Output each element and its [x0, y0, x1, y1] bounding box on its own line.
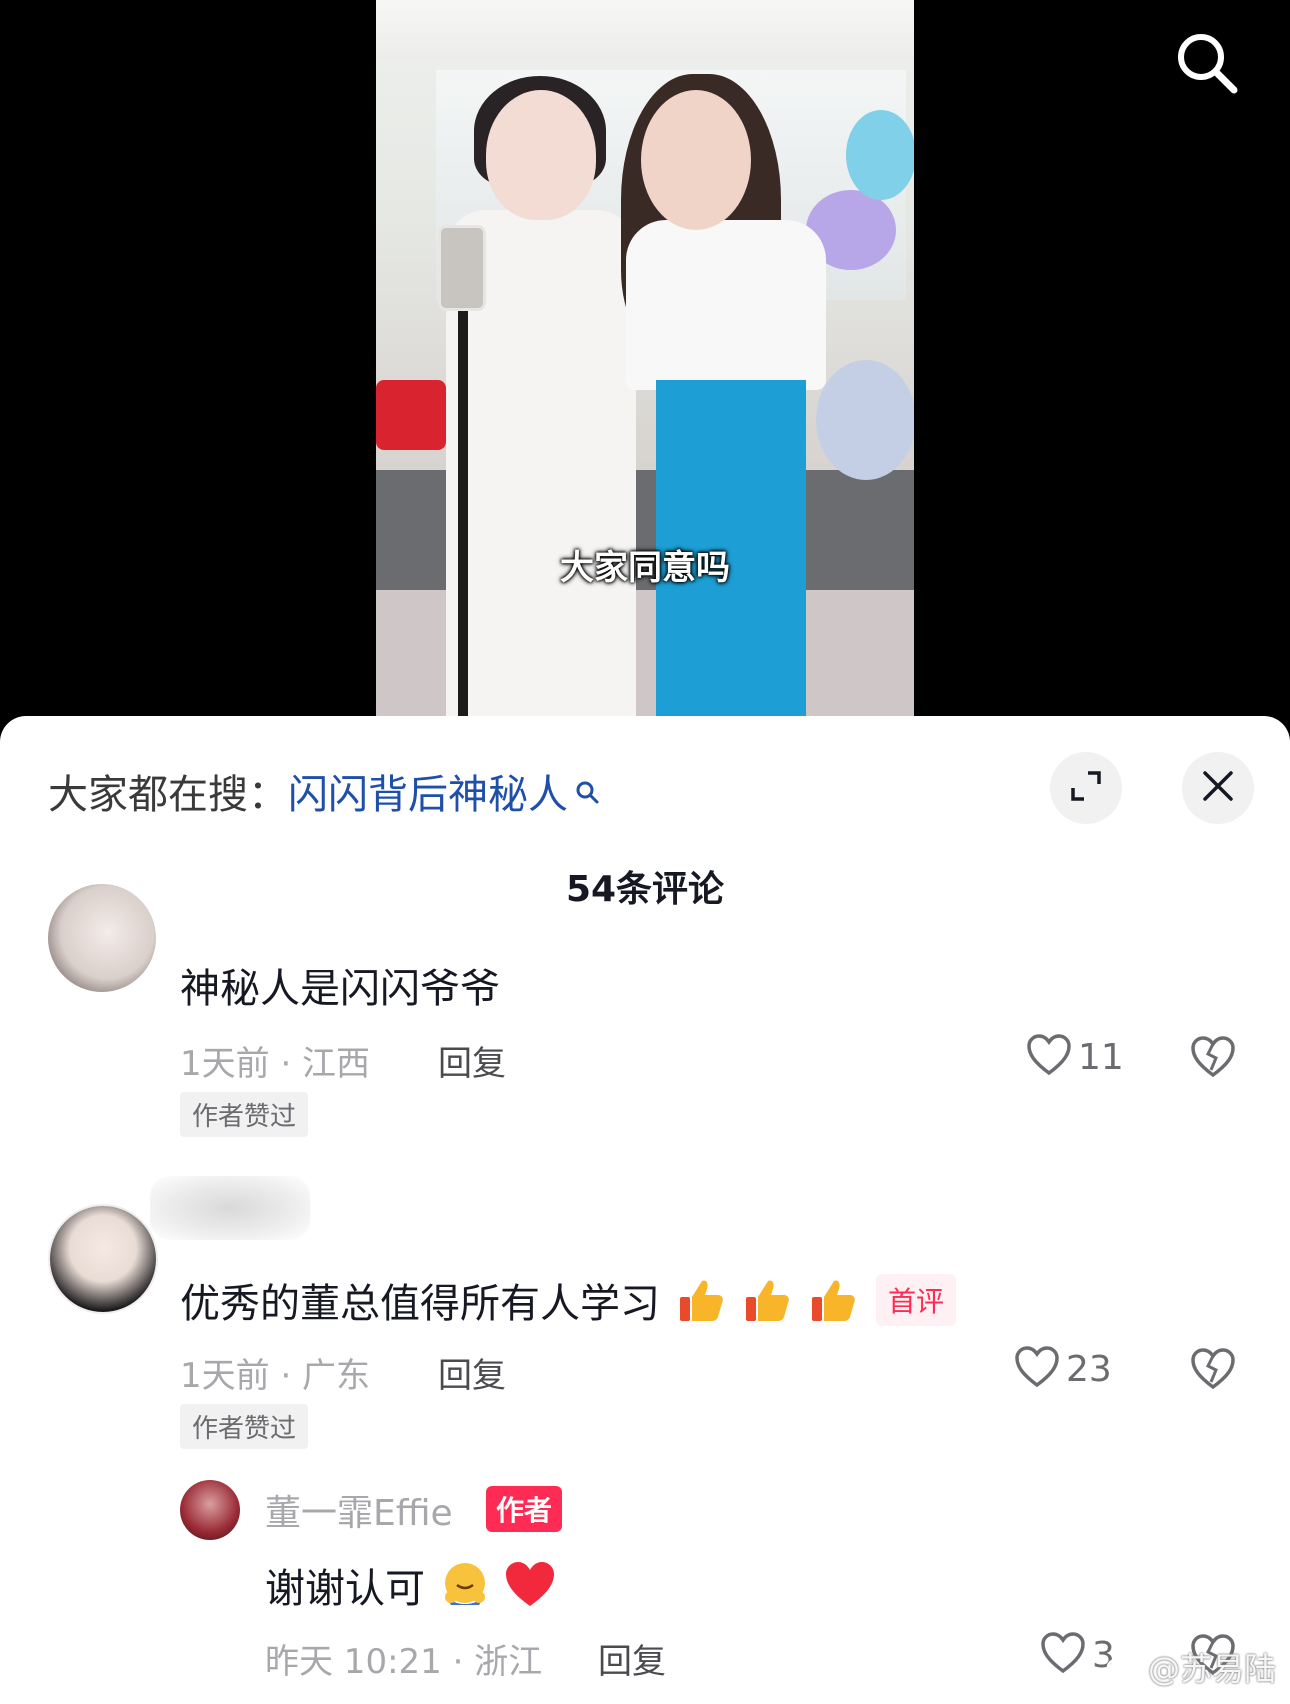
- reply-body: 谢谢认可: [265, 1566, 425, 1612]
- heart-outline-icon: [1014, 1346, 1060, 1392]
- close-icon: [1201, 769, 1235, 807]
- watermark: @苏易陆: [1106, 1644, 1276, 1690]
- trending-search[interactable]: 大家都在搜： 闪闪背后神秘人: [48, 762, 600, 820]
- heart-outline-icon: [1026, 1034, 1072, 1080]
- search-icon[interactable]: [1172, 28, 1242, 98]
- person-right-shirt: [626, 220, 826, 390]
- plush-toy: [376, 380, 446, 450]
- ceiling: [376, 0, 914, 60]
- expand-icon: [1069, 769, 1103, 807]
- hugging-face-icon: [439, 1559, 491, 1611]
- comment-meta: 1天前 · 江西: [180, 1044, 371, 1084]
- phone-on-tripod: [438, 225, 486, 311]
- video-caption: 大家同意吗: [560, 548, 730, 588]
- comment-count-title: 54条评论: [565, 869, 725, 910]
- reply-meta: 昨天 10:21 · 浙江: [265, 1642, 543, 1682]
- author-name[interactable]: 董一霏Effie: [265, 1484, 453, 1536]
- broken-heart-icon: [1190, 1348, 1236, 1394]
- avatar[interactable]: [48, 884, 156, 992]
- reply-button[interactable]: 回复: [438, 1348, 506, 1397]
- trending-search-prefix: 大家都在搜：: [48, 772, 288, 818]
- author-badge: 作者: [486, 1486, 563, 1532]
- author-liked-tag: 作者赞过: [180, 1092, 309, 1137]
- video-frame[interactable]: 大家同意吗: [376, 0, 914, 720]
- watermark-text: @苏易陆: [1147, 1650, 1276, 1688]
- broken-heart-icon: [1190, 1036, 1236, 1082]
- dislike-button[interactable]: [1190, 1036, 1236, 1082]
- trending-search-link[interactable]: 闪闪背后神秘人: [288, 762, 568, 820]
- comment-text[interactable]: 优秀的董总值得所有人学习 首评: [180, 1271, 957, 1329]
- like-button[interactable]: 11: [1026, 1034, 1124, 1080]
- thumbs-up-icon: [676, 1275, 726, 1325]
- video-area[interactable]: 大家同意吗: [0, 0, 1290, 720]
- comment-meta: 1天前 · 广东: [180, 1356, 371, 1396]
- comment-text[interactable]: 神秘人是闪闪爷爷: [180, 956, 500, 1014]
- comment-body: 优秀的董总值得所有人学习: [180, 1281, 660, 1327]
- tripod: [458, 300, 468, 720]
- comments-panel: 大家都在搜： 闪闪背后神秘人 54条评论 神秘人是闪闪爷爷 1天前 · 江西 回…: [0, 716, 1290, 1704]
- like-count: 11: [1078, 1036, 1124, 1078]
- weibo-logo-icon: [1106, 1648, 1142, 1686]
- blurred-username: [150, 1176, 310, 1240]
- dislike-button[interactable]: [1190, 1348, 1236, 1394]
- close-button[interactable]: [1182, 752, 1254, 824]
- author-avatar[interactable]: [180, 1480, 240, 1540]
- first-comment-badge: 首评: [876, 1274, 957, 1326]
- like-button[interactable]: 23: [1014, 1346, 1112, 1392]
- expand-button[interactable]: [1050, 752, 1122, 824]
- plush-toy: [846, 110, 914, 200]
- like-button[interactable]: 3: [1040, 1632, 1115, 1678]
- thumbs-up-icon: [808, 1275, 858, 1325]
- avatar[interactable]: [48, 1204, 158, 1314]
- plush-toy: [816, 360, 914, 480]
- heart-outline-icon: [1040, 1632, 1086, 1678]
- search-icon: [574, 769, 600, 804]
- author-liked-tag: 作者赞过: [180, 1404, 309, 1449]
- reply-button[interactable]: 回复: [438, 1036, 506, 1085]
- like-count: 23: [1066, 1348, 1112, 1390]
- person-left-face: [486, 90, 596, 220]
- red-heart-icon: [503, 1560, 557, 1610]
- reply-text[interactable]: 谢谢认可: [265, 1556, 557, 1614]
- thumbs-up-icon: [742, 1275, 792, 1325]
- reply-button[interactable]: 回复: [598, 1634, 666, 1683]
- person-right-face: [641, 90, 751, 230]
